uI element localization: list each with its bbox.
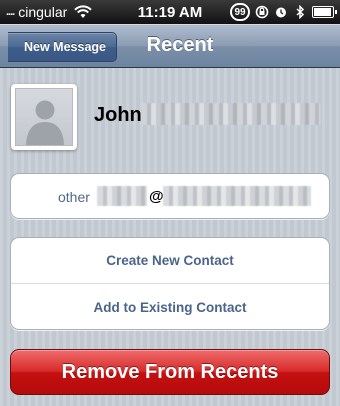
email-at-sign: @ <box>149 188 164 205</box>
redacted-surname <box>141 103 320 125</box>
remove-from-recents-button[interactable]: Remove From Recents <box>10 349 330 395</box>
battery-icon <box>312 6 337 18</box>
avatar[interactable] <box>11 84 77 150</box>
back-button-label: New Message <box>24 40 106 54</box>
add-to-existing-contact-button[interactable]: Add to Existing Contact <box>11 284 329 330</box>
status-right: 99 <box>230 3 337 21</box>
status-bar: .... cingular 11:19 AM 99 <box>0 0 340 24</box>
avatar-image <box>15 88 73 146</box>
contact-actions-group: Create New Contact Add to Existing Conta… <box>10 237 330 330</box>
bluetooth-icon <box>296 5 305 19</box>
create-new-contact-button[interactable]: Create New Contact <box>11 238 329 284</box>
page-title: Recent <box>146 34 214 56</box>
redacted-email-user <box>97 186 147 206</box>
redacted-email-domain <box>163 186 311 206</box>
email-type-label: other <box>58 189 90 205</box>
navigation-bar: New Message Recent <box>0 24 340 68</box>
notification-count-badge: 99 <box>230 3 250 21</box>
contact-name: John <box>94 104 142 126</box>
rotation-lock-icon <box>255 5 269 19</box>
email-cell[interactable]: other @ <box>10 173 330 219</box>
alarm-icon <box>276 7 286 18</box>
person-silhouette-icon <box>26 100 64 145</box>
